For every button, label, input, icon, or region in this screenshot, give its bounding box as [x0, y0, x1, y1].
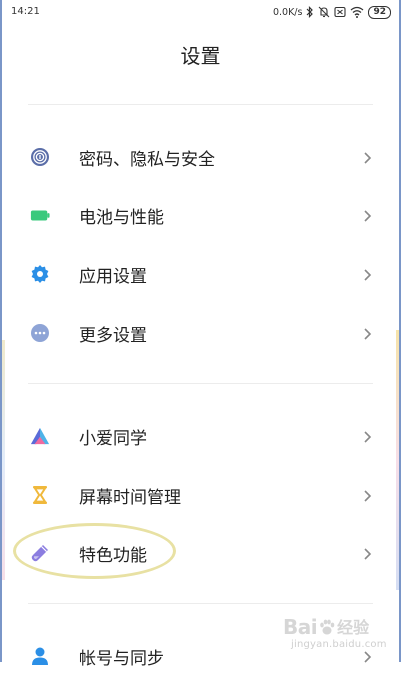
settings-item-more-settings[interactable]: 更多设置	[0, 309, 401, 357]
settings-item-battery-performance[interactable]: 电池与性能	[0, 191, 401, 239]
watermark-url: jingyan.baidu.com	[291, 639, 387, 650]
highlight-circle-annotation	[13, 523, 176, 579]
chevron-right-icon	[362, 649, 374, 663]
page-title: 设置	[180, 44, 221, 68]
hourglass-icon	[30, 485, 50, 505]
settings-item-screen-time[interactable]: 屏幕时间管理	[0, 471, 401, 519]
bluetooth-icon	[306, 6, 314, 18]
chevron-right-icon	[362, 326, 374, 340]
mute-icon	[318, 6, 330, 18]
battery-icon	[30, 205, 50, 225]
settings-item-app-settings[interactable]: 应用设置	[0, 250, 401, 298]
status-time: 14:21	[11, 6, 40, 17]
divider	[28, 104, 373, 105]
watermark-brand-suffix: 经验	[337, 618, 370, 637]
settings-item-label: 密码、隐私与安全	[79, 150, 215, 170]
settings-item-label: 电池与性能	[79, 208, 164, 228]
status-icons: 0.0K/s 92	[273, 4, 391, 20]
chevron-right-icon	[362, 488, 374, 502]
chevron-right-icon	[362, 150, 374, 164]
settings-item-label: 屏幕时间管理	[79, 488, 181, 508]
more-dots-icon	[30, 323, 50, 343]
chevron-right-icon	[362, 429, 374, 443]
settings-item-label: 小爱同学	[79, 429, 147, 449]
settings-item-label: 帐号与同步	[79, 649, 164, 669]
settings-item-privacy-security[interactable]: 密码、隐私与安全	[0, 133, 401, 181]
gear-icon	[30, 264, 50, 284]
fingerprint-icon	[30, 147, 50, 167]
status-bar: 14:21 0.0K/s 92	[0, 0, 401, 24]
chevron-right-icon	[362, 546, 374, 560]
chevron-right-icon	[362, 208, 374, 222]
settings-item-xiaoai[interactable]: 小爱同学	[0, 412, 401, 460]
sim-disabled-icon	[334, 6, 347, 18]
baidu-jingyan-watermark: Bai 经验	[283, 617, 369, 637]
wifi-icon	[350, 6, 364, 18]
xiaoai-icon	[30, 426, 50, 446]
settings-item-label: 更多设置	[79, 326, 147, 346]
net-speed: 0.0K/s	[272, 6, 303, 18]
settings-item-label: 应用设置	[79, 267, 147, 287]
chevron-right-icon	[362, 267, 374, 281]
battery-level: 92	[368, 5, 391, 19]
paw-icon	[318, 618, 336, 636]
watermark-brand: Bai	[283, 615, 318, 639]
divider	[28, 603, 373, 604]
divider	[28, 383, 373, 384]
account-icon	[30, 646, 50, 666]
